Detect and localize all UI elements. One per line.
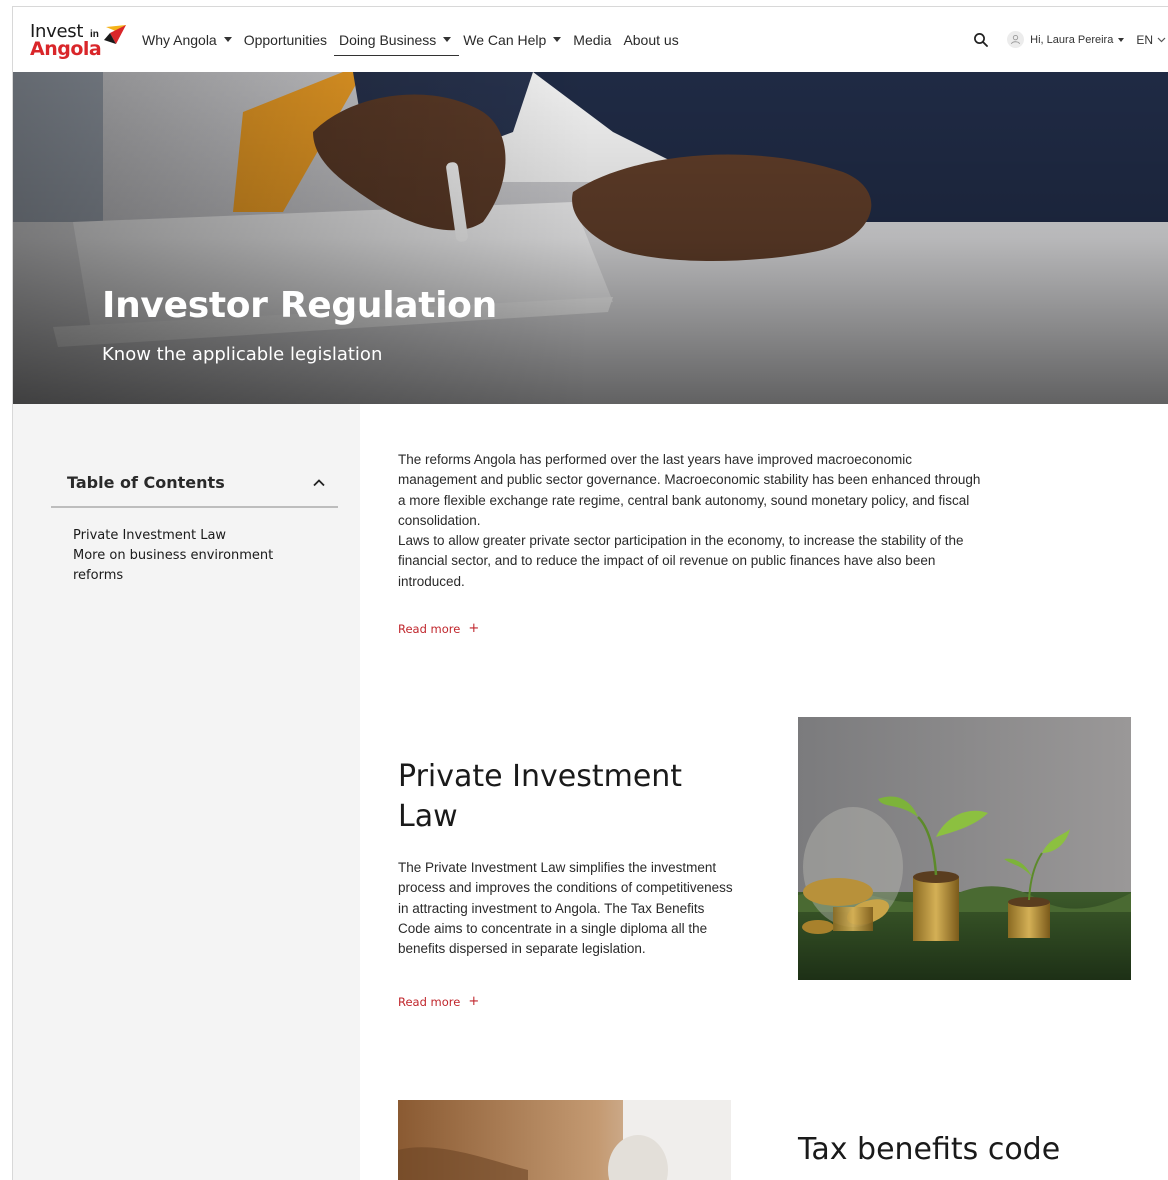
- toc-link-private-investment-law[interactable]: Private Investment Law: [73, 526, 303, 546]
- read-more-label: Read more: [398, 621, 461, 636]
- private-investment-text: The Private Investment Law simplifies th…: [398, 860, 733, 957]
- nav-label: Doing Business: [339, 31, 437, 48]
- private-investment-title: Private Investment Law: [398, 759, 683, 834]
- nav-label: Why Angola: [142, 31, 217, 48]
- logo-line2: Angola: [30, 38, 102, 60]
- coins-plant-illustration: [798, 717, 1131, 980]
- nav-opportunities[interactable]: Opportunities: [244, 7, 327, 72]
- nav-media[interactable]: Media: [573, 7, 611, 72]
- main-navigation: Why Angola Opportunities Doing Business …: [142, 7, 691, 72]
- caret-down-icon: [1118, 37, 1125, 42]
- hero-subtitle: Know the applicable legislation: [102, 344, 383, 365]
- site-header: Invest in Angola Why Angola Opportunitie…: [13, 7, 1168, 72]
- caret-down-icon: [553, 37, 562, 42]
- language-label: EN: [1136, 32, 1153, 47]
- plus-icon: +: [468, 621, 480, 636]
- tax-benefits-photo: [398, 1100, 731, 1180]
- user-menu[interactable]: Hi, Laura Pereira: [1007, 31, 1125, 48]
- toc-header[interactable]: Table of Contents: [67, 473, 338, 492]
- plus-icon: +: [468, 994, 480, 1009]
- private-investment-read-more-link[interactable]: Read more +: [398, 994, 479, 1009]
- nav-doing-business[interactable]: Doing Business: [333, 7, 460, 72]
- coins-plant-image: [798, 717, 1131, 980]
- intro-read-more-link[interactable]: Read more +: [398, 621, 479, 636]
- nav-why-angola[interactable]: Why Angola: [142, 7, 232, 72]
- nav-label: We Can Help: [463, 31, 547, 48]
- invest-in-angola-logo[interactable]: Invest in Angola: [30, 19, 130, 63]
- read-more-label: Read more: [398, 994, 461, 1009]
- toc-divider: [51, 506, 338, 508]
- search-icon[interactable]: [973, 32, 989, 48]
- hero-banner: Investor Regulation Know the applicable …: [13, 72, 1168, 404]
- nav-label: About us: [623, 31, 679, 48]
- user-icon: [1011, 34, 1021, 45]
- logo-arrow-icon: [104, 25, 126, 44]
- header-tools: Hi, Laura Pereira EN: [973, 7, 1168, 72]
- user-greeting: Hi, Laura Pereira: [1030, 33, 1114, 46]
- chevron-up-icon[interactable]: [312, 476, 326, 490]
- intro-paragraph-1: The reforms Angola has performed over th…: [398, 452, 981, 528]
- tax-benefits-image: [398, 1100, 731, 1180]
- caret-down-icon: [443, 37, 452, 42]
- toc-title: Table of Contents: [67, 473, 225, 492]
- intro-text: The reforms Angola has performed over th…: [398, 450, 988, 592]
- toc-link-business-environment-reforms[interactable]: More on business environment reforms: [73, 546, 303, 586]
- nav-about-us[interactable]: About us: [623, 7, 678, 72]
- nav-label: Opportunities: [243, 31, 327, 48]
- tax-benefits-title: Tax benefits code: [798, 1132, 1061, 1167]
- nav-label: Media: [573, 31, 612, 48]
- caret-down-icon: [223, 37, 232, 42]
- user-avatar: [1007, 31, 1025, 48]
- nav-we-can-help[interactable]: We Can Help: [463, 7, 562, 72]
- toc-list: Private Investment Law More on business …: [73, 526, 303, 586]
- table-of-contents-sidebar: Table of Contents Private Investment Law…: [13, 404, 360, 1180]
- hero-title: Investor Regulation: [102, 285, 497, 326]
- language-selector[interactable]: EN: [1136, 33, 1166, 47]
- intro-paragraph-2: Laws to allow greater private sector par…: [398, 533, 964, 589]
- chevron-down-icon: [1157, 37, 1166, 42]
- page-frame: Invest in Angola Why Angola Opportunitie…: [12, 6, 1168, 1180]
